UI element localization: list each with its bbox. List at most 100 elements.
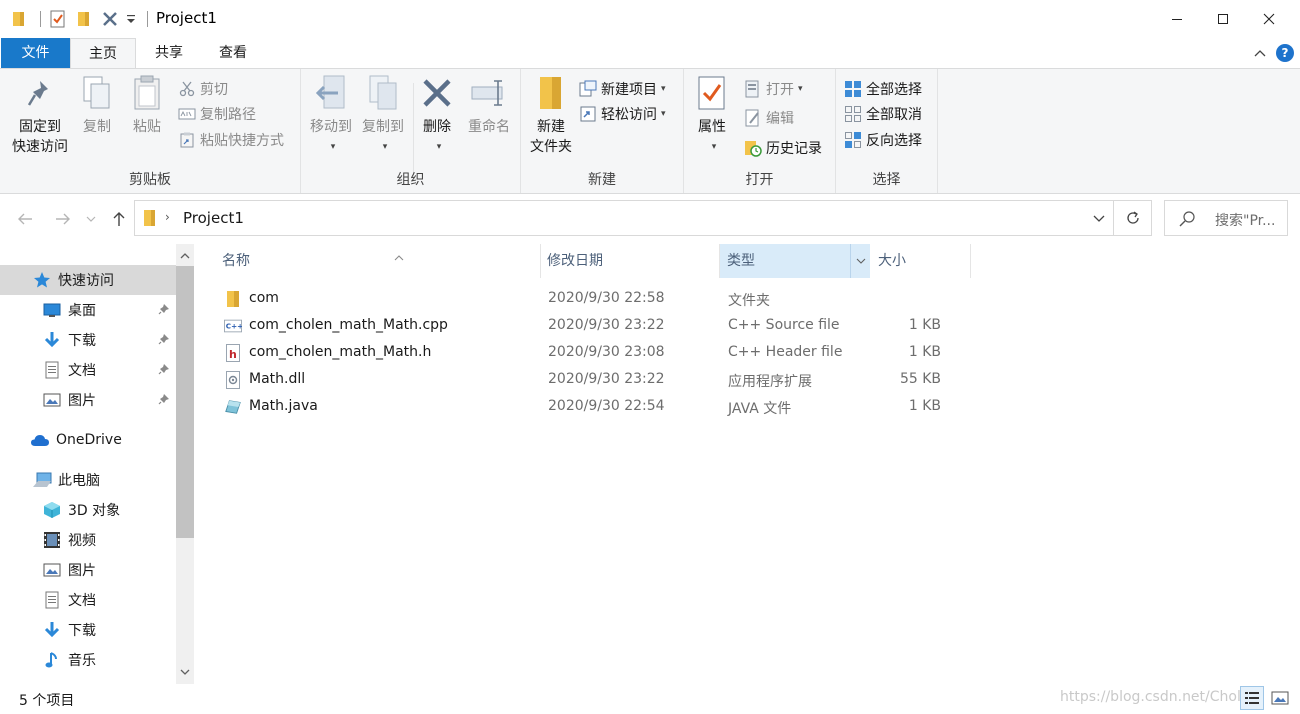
sidebar-item-this-pc[interactable]: 此电脑 xyxy=(0,465,176,495)
sidebar-item-videos[interactable]: 视频 xyxy=(0,525,176,555)
pin-icon xyxy=(26,78,54,114)
edit-button[interactable]: 编辑 xyxy=(744,106,794,130)
organize-group: 移动到 ▾ 复制到 ▾ 删除 ▾ 重命名 组织 xyxy=(301,69,521,193)
file-name: com xyxy=(249,290,279,306)
forward-button[interactable] xyxy=(52,208,74,230)
tab-view[interactable]: 查看 xyxy=(202,38,264,68)
file-type: C++ Source file xyxy=(728,317,840,333)
column-header-name[interactable]: 名称 xyxy=(216,244,540,278)
select-none-button[interactable]: 全部取消 xyxy=(844,102,922,126)
tab-home[interactable]: 主页 xyxy=(70,38,136,69)
table-row[interactable]: Math.java 2020/9/30 22:54 JAVA 文件 1 KB xyxy=(216,394,976,421)
sidebar-item-desktop[interactable]: 桌面 xyxy=(0,295,176,325)
nav-scrollbar[interactable] xyxy=(176,244,194,684)
sidebar-item-downloads[interactable]: 下载 xyxy=(0,325,176,355)
sidebar-item-pictures[interactable]: 图片 xyxy=(0,385,176,415)
refresh-button[interactable] xyxy=(1114,200,1152,236)
back-button[interactable] xyxy=(14,208,36,230)
easy-access-button[interactable]: 轻松访问 ▾ xyxy=(579,102,666,126)
copy-path-button[interactable]: 复制路径 xyxy=(178,102,256,126)
search-box[interactable]: 搜索"Pr... xyxy=(1164,200,1288,236)
column-separator[interactable] xyxy=(970,244,971,278)
sidebar-item-quick-access[interactable]: 快速访问 xyxy=(0,265,176,295)
scroll-up-icon[interactable] xyxy=(176,246,194,266)
properties-icon[interactable] xyxy=(47,8,69,30)
breadcrumb-project1[interactable]: Project1 xyxy=(183,209,244,227)
address-dropdown-icon[interactable] xyxy=(1093,211,1105,227)
sidebar-item-label: 文档 xyxy=(68,363,96,379)
rename-button[interactable]: 重命名 xyxy=(461,75,517,137)
table-row[interactable]: h com_cholen_math_Math.h 2020/9/30 23:08… xyxy=(216,340,976,367)
scroll-thumb[interactable] xyxy=(176,266,194,538)
table-row[interactable]: C++ com_cholen_math_Math.cpp 2020/9/30 2… xyxy=(216,313,976,340)
copy-button[interactable]: 复制 xyxy=(76,75,118,137)
file-date: 2020/9/30 23:22 xyxy=(548,317,665,333)
sidebar-item-documents-pc[interactable]: 文档 xyxy=(0,585,176,615)
table-row[interactable]: Math.dll 2020/9/30 23:22 应用程序扩展 55 KB xyxy=(216,367,976,394)
properties-label: 属性 xyxy=(698,119,726,135)
copy-icon xyxy=(81,74,113,118)
up-button[interactable] xyxy=(108,208,130,230)
minimize-button[interactable] xyxy=(1154,0,1200,38)
delete-icon[interactable] xyxy=(99,8,121,30)
column-header-type[interactable]: 类型 xyxy=(720,244,870,278)
new-folder-icon[interactable] xyxy=(73,8,95,30)
copy-to-button[interactable]: 复制到 ▾ xyxy=(357,75,409,157)
paste-button[interactable]: 粘贴 xyxy=(124,75,170,137)
sidebar-item-label: 3D 对象 xyxy=(68,503,121,519)
scroll-down-icon[interactable] xyxy=(176,662,194,682)
new-item-button[interactable]: 新建项目 ▾ xyxy=(579,77,666,101)
details-view-icon[interactable] xyxy=(1240,686,1264,710)
invert-selection-button[interactable]: 反向选择 xyxy=(844,128,922,152)
sidebar-item-label: 桌面 xyxy=(68,303,96,319)
pin-to-quick-access-button[interactable]: 固定到 快速访问 xyxy=(6,75,74,157)
maximize-button[interactable] xyxy=(1200,0,1246,38)
file-name: Math.dll xyxy=(249,371,306,387)
sidebar-item-music[interactable]: 音乐 xyxy=(0,645,176,675)
select-all-label: 全部选择 xyxy=(866,82,922,98)
recent-locations-button[interactable] xyxy=(84,208,98,230)
pin-icon[interactable] xyxy=(158,363,170,379)
delete-button[interactable]: 删除 ▾ xyxy=(417,75,457,157)
customize-dropdown-icon[interactable] xyxy=(125,8,137,30)
open-group: 属性 ▾ 打开 ▾ 编辑 历史记录 打开 xyxy=(684,69,836,193)
pin-icon[interactable] xyxy=(158,303,170,319)
pin-icon[interactable] xyxy=(158,393,170,409)
tab-share[interactable]: 共享 xyxy=(138,38,200,68)
table-row[interactable]: com 2020/9/30 22:58 文件夹 xyxy=(216,286,976,313)
properties-button[interactable]: 属性 ▾ xyxy=(690,75,734,157)
large-icons-view-icon[interactable] xyxy=(1268,686,1292,710)
sidebar-item-pictures-pc[interactable]: 图片 xyxy=(0,555,176,585)
sidebar-item-label: 文档 xyxy=(68,593,96,609)
cloud-icon xyxy=(30,430,50,450)
help-icon[interactable]: ? xyxy=(1276,44,1294,62)
file-name: com_cholen_math_Math.cpp xyxy=(249,317,448,333)
history-button[interactable]: 历史记录 xyxy=(744,136,822,160)
sidebar-item-onedrive[interactable]: OneDrive xyxy=(0,425,176,455)
collapse-ribbon-icon[interactable] xyxy=(1254,45,1266,61)
cut-button[interactable]: 剪切 xyxy=(178,77,228,101)
move-to-button[interactable]: 移动到 ▾ xyxy=(305,75,357,157)
column-header-date[interactable]: 修改日期 xyxy=(541,244,719,278)
dropdown-arrow-icon: ▾ xyxy=(330,142,336,152)
ribbon-tabs: 文件 主页 共享 查看 ? xyxy=(0,38,1300,69)
tab-file[interactable]: 文件 xyxy=(1,38,70,68)
new-folder-button[interactable]: 新建 文件夹 xyxy=(523,75,579,157)
close-button[interactable] xyxy=(1246,0,1292,38)
column-header-size[interactable]: 大小 xyxy=(872,244,970,278)
select-none-label: 全部取消 xyxy=(866,107,922,123)
paste-shortcut-button[interactable]: 粘贴快捷方式 xyxy=(178,128,284,152)
address-bar[interactable]: › Project1 xyxy=(134,200,1114,236)
star-icon xyxy=(32,270,52,290)
breadcrumb-chevron-icon[interactable]: › xyxy=(165,210,170,224)
sidebar-item-downloads-pc[interactable]: 下载 xyxy=(0,615,176,645)
open-button[interactable]: 打开 ▾ xyxy=(744,77,803,101)
pin-icon[interactable] xyxy=(158,333,170,349)
sidebar-item-documents[interactable]: 文档 xyxy=(0,355,176,385)
column-filter-dropdown-icon[interactable] xyxy=(850,244,870,278)
sidebar-item-label: 图片 xyxy=(68,563,96,579)
paste-shortcut-label: 粘贴快捷方式 xyxy=(200,133,284,149)
select-all-button[interactable]: 全部选择 xyxy=(844,77,922,101)
paste-label: 粘贴 xyxy=(133,119,161,135)
sidebar-item-3d-objects[interactable]: 3D 对象 xyxy=(0,495,176,525)
